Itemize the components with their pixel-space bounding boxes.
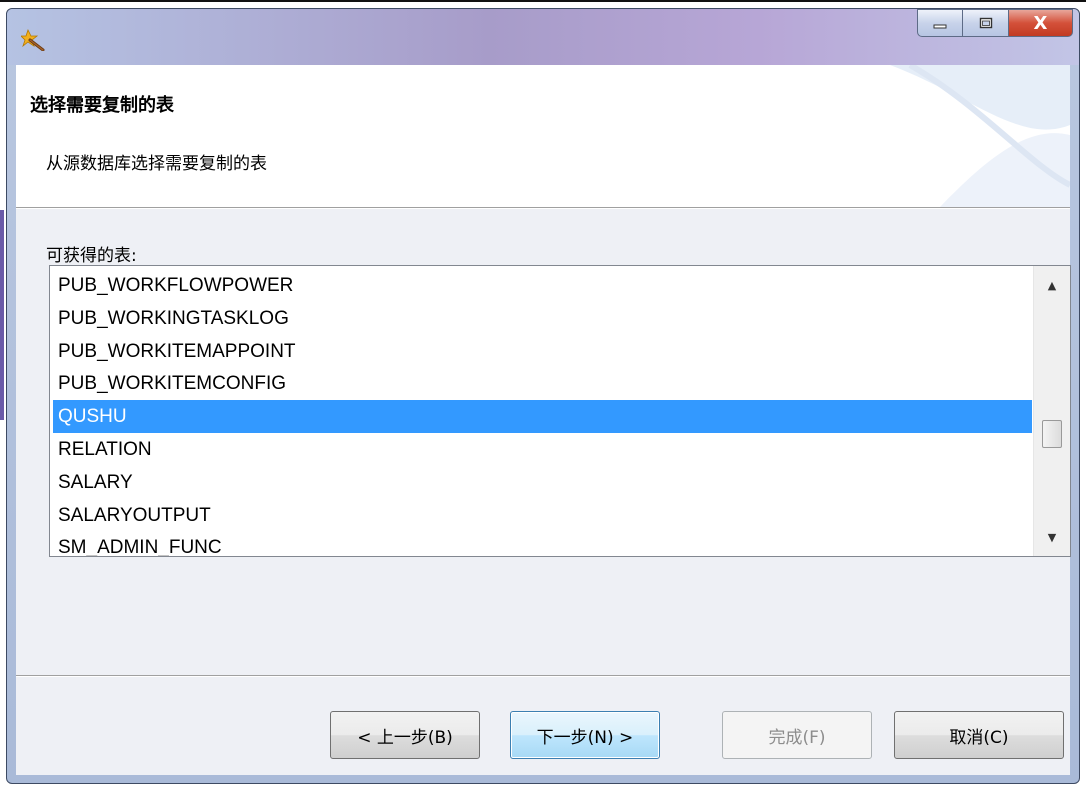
list-item[interactable]: PUB_WORKITEMCONFIG [50,367,1032,400]
available-tables-list[interactable]: PUB_WORKFLOWPOWER PUB_WORKINGTASKLOG PUB… [49,265,1071,557]
maximize-button[interactable] [963,9,1009,37]
list-item[interactable]: SALARY [50,466,1032,499]
list-items: PUB_WORKFLOWPOWER PUB_WORKINGTASKLOG PUB… [50,269,1032,556]
list-item[interactable]: SALARYOUTPUT [50,499,1032,532]
wizard-header: 选择需要复制的表 从源数据库选择需要复制的表 [16,65,1070,207]
wizard-window: X 选择需要复制的表 从源数据库选择需要复制的表 可获得的表: PUB_WORK… [6,8,1080,784]
finish-button[interactable]: 完成(F) [722,711,872,759]
list-item[interactable]: PUB_WORKITEMAPPOINT [50,335,1032,368]
arrow-down-icon: ▼ [1047,530,1057,544]
close-button[interactable]: X [1009,9,1073,37]
vertical-scrollbar[interactable]: ▲ ▼ [1033,266,1070,556]
scroll-down-button[interactable]: ▼ [1034,522,1070,552]
page-description: 从源数据库选择需要复制的表 [46,154,267,174]
maximize-icon [979,17,992,29]
header-divider-highlight [16,208,1070,209]
list-item[interactable]: SM_ADMIN_FUNC [50,531,1032,556]
header-swoosh-decoration [890,65,1070,207]
list-item[interactable]: RELATION [50,433,1032,466]
next-button[interactable]: 下一步(N) > [510,711,660,759]
minimize-button[interactable] [917,9,963,37]
minimize-icon [933,24,947,29]
available-tables-label: 可获得的表: [46,246,137,266]
wizard-client-area: 选择需要复制的表 从源数据库选择需要复制的表 可获得的表: PUB_WORKFL… [16,65,1071,775]
background-window-edge [0,210,4,420]
footer-divider-highlight [16,676,1070,677]
list-item[interactable]: PUB_WORKINGTASKLOG [50,302,1032,335]
list-item[interactable]: PUB_WORKFLOWPOWER [50,269,1032,302]
scroll-thumb[interactable] [1042,419,1062,448]
cancel-button[interactable]: 取消(C) [894,711,1064,759]
wizard-wand-icon [21,28,45,51]
arrow-up-icon: ▲ [1047,278,1057,292]
scroll-up-button[interactable]: ▲ [1034,270,1070,300]
window-controls: X [917,9,1073,39]
title-bar[interactable]: X [7,9,1079,65]
top-edge-line [0,0,1086,2]
back-button[interactable]: < 上一步(B) [330,711,480,759]
page-title: 选择需要复制的表 [30,95,174,116]
close-icon: X [1033,12,1048,34]
list-item-selected[interactable]: QUSHU [53,400,1032,433]
